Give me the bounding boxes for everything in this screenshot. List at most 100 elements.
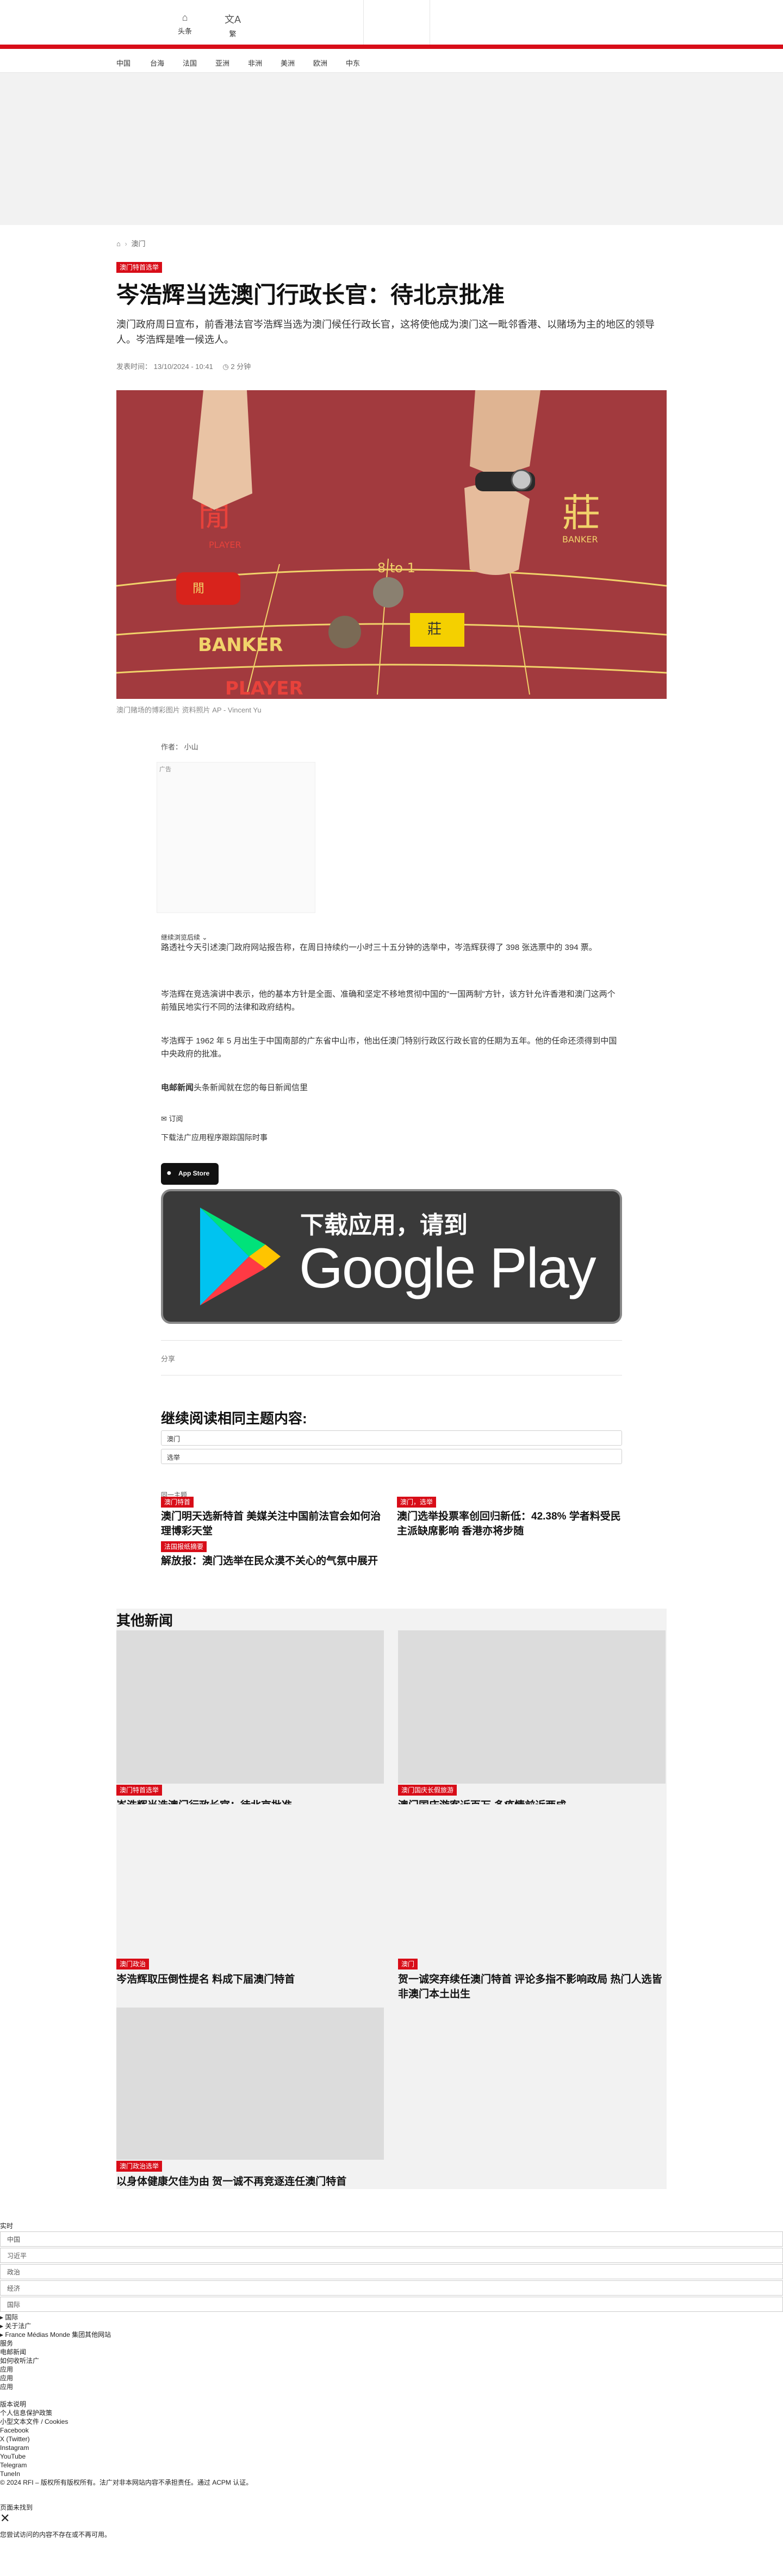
breadcrumb-section[interactable]: 澳门 xyxy=(131,240,145,248)
news-card[interactable]: 澳门政治选举 以身体健康欠佳为由 贺一诚不再竞逐连任澳门特首 xyxy=(116,2008,384,2190)
footer-link[interactable]: ▸ 国际 xyxy=(0,2313,783,2322)
google-play-line2: Google Play xyxy=(299,1237,596,1300)
related-item-tag[interactable]: 法国报纸摘要 xyxy=(161,1541,207,1553)
news-card-tag[interactable]: 澳门特首选举 xyxy=(116,1785,163,1796)
svg-text:BANKER: BANKER xyxy=(562,534,598,545)
footer-link[interactable]: 个人信息保护政策 xyxy=(0,2409,783,2417)
footer-topic-link[interactable]: 经济 xyxy=(0,2280,783,2296)
category-france[interactable]: 法国 xyxy=(183,58,197,68)
footer-social-youtube[interactable]: YouTube xyxy=(0,2452,783,2461)
news-card-title[interactable]: 岑浩辉取压倒性提名 料成下届澳门特首 xyxy=(116,1973,384,1987)
article-paragraph: 路透社今天引述澳门政府网站报告称，在周日持续约一小时三十五分钟的选举中，岑浩辉获… xyxy=(161,943,597,952)
news-card-image[interactable] xyxy=(116,2008,384,2160)
news-card-title[interactable]: 以身体健康欠佳为由 贺一诚不再竞逐连任澳门特首 xyxy=(116,2175,384,2190)
related-item[interactable]: 澳门，选举 澳门选举投票率创回归新低：42.38% 学者料受民主派缺席影响 香港… xyxy=(397,1497,625,1539)
footer-link[interactable]: 如何收听法广 xyxy=(0,2356,783,2365)
footer-link[interactable]: 应用 xyxy=(0,2365,783,2374)
divider xyxy=(161,1340,622,1341)
news-card[interactable]: 澳门国庆长假旅游 澳门国庆游客近百万 多疫情前近两成 xyxy=(398,1630,666,1814)
share-label[interactable]: 分享 xyxy=(161,1353,623,1364)
category-europe[interactable]: 欧洲 xyxy=(313,58,327,68)
author-label: 作者： xyxy=(161,743,183,751)
svg-text:8 to 1: 8 to 1 xyxy=(377,560,415,576)
related-tag-election[interactable]: 选举 xyxy=(161,1449,622,1464)
category-middle-east[interactable]: 中东 xyxy=(346,58,360,68)
related-item[interactable]: 法国报纸摘要 解放报：澳门选举在民众漠不关心的气氛中展开 xyxy=(161,1541,389,1569)
news-card-tag[interactable]: 澳门 xyxy=(398,1959,418,1970)
related-item[interactable]: 澳门特首 澳门明天选新特首 美媒关注中国前法官会如何治理博彩天堂 xyxy=(161,1497,389,1539)
footer-link: 服务 xyxy=(0,2340,14,2347)
news-card-tag[interactable]: 澳门政治 xyxy=(116,1959,150,1970)
footer-topic-link[interactable]: 政治 xyxy=(0,2264,783,2279)
brand-bar xyxy=(0,45,783,49)
footer-link[interactable]: ▸ 关于法广 xyxy=(0,2322,783,2330)
newsletter-text: 头条新闻就在您的每日新闻信里 xyxy=(194,1083,308,1092)
svg-text:莊: 莊 xyxy=(562,491,600,535)
published-date: 13/10/2024 - 10:41 xyxy=(153,362,213,371)
newsletter-label[interactable]: 电邮新闻 xyxy=(161,1083,194,1092)
author-line: 作者： 小山 xyxy=(161,741,623,752)
header-divider xyxy=(363,0,364,45)
news-card-tag[interactable]: 澳门国庆长假旅游 xyxy=(398,1785,457,1796)
category-americas[interactable]: 美洲 xyxy=(281,58,295,68)
subscribe-link[interactable]: ✉ 订阅 xyxy=(161,1113,623,1123)
not-found-title: 页面未找到 xyxy=(0,2504,33,2511)
related-item-tag[interactable]: 澳门特首 xyxy=(161,1497,194,1508)
category-asia[interactable]: 亚洲 xyxy=(215,58,229,68)
translate-icon: 文A xyxy=(224,14,241,25)
news-card[interactable]: 澳门特首选举 岑浩辉当选澳门行政长官：待北京批准 xyxy=(116,1630,384,1814)
footer-social-tunein[interactable]: TuneIn xyxy=(0,2469,783,2478)
footer-link[interactable]: 应用 xyxy=(0,2383,783,2391)
related-item-title[interactable]: 澳门明天选新特首 美媒关注中国前法官会如何治理博彩天堂 xyxy=(161,1510,389,1539)
nav-traditional[interactable]: 文A 繁 xyxy=(216,12,249,39)
news-card-tag[interactable]: 澳门政治选举 xyxy=(116,2161,163,2172)
footer-link[interactable]: 版本说明 xyxy=(0,2400,783,2409)
footer-topic-link[interactable]: 中国 xyxy=(0,2231,783,2247)
category-china[interactable]: 中国 xyxy=(116,58,130,68)
footer-social-telegram[interactable]: Telegram xyxy=(0,2461,783,2469)
article-meta: 发表时间： 13/10/2024 - 10:41 ◷ 2 分钟 xyxy=(116,361,251,371)
google-play-button[interactable]: 下载应用，请到 Google Play xyxy=(161,1189,622,1324)
nav-traditional-label: 繁 xyxy=(229,30,237,38)
news-card-image[interactable] xyxy=(116,1804,384,1958)
article-paragraph: 岑浩辉于 1962 年 5 月出生于中国南部的广东省中山市，他出任澳门特别行政区… xyxy=(161,1036,617,1059)
ad-label: 广告 xyxy=(159,766,171,773)
home-icon[interactable]: ⌂ xyxy=(116,240,121,248)
related-heading: 继续阅读相同主题内容: xyxy=(161,1410,307,1427)
category-africa[interactable]: 非洲 xyxy=(248,58,262,68)
footer-link[interactable]: 应用 xyxy=(0,2374,783,2383)
footer-social-x[interactable]: X (Twitter) xyxy=(0,2435,783,2443)
article-tag[interactable]: 澳门特首选举 xyxy=(116,262,163,273)
news-card-image[interactable] xyxy=(116,1630,384,1784)
news-card[interactable]: 澳门 贺一诚突弃续任澳门特首 评论多指不影响政局 热门人选皆非澳门本土出生 xyxy=(398,1804,666,2002)
footer-social-facebook[interactable]: Facebook xyxy=(0,2426,783,2435)
app-store-button[interactable]: ● App Store xyxy=(161,1163,219,1185)
related-tag-macau[interactable]: 澳门 xyxy=(161,1430,622,1446)
news-card[interactable]: 澳门政治 岑浩辉取压倒性提名 料成下届澳门特首 xyxy=(116,1804,384,1987)
footer-link[interactable]: ▸ France Médias Monde 集团其他网站 xyxy=(0,2330,783,2339)
author-name[interactable]: 小山 xyxy=(184,743,198,751)
news-card-title[interactable]: 贺一诚突弃续任澳门特首 评论多指不影响政局 热门人选皆非澳门本土出生 xyxy=(398,1973,666,2002)
article-lead: 澳门政府周日宣布，前香港法官岑浩辉当选为澳门候任行政长官，这将使他成为澳门这一毗… xyxy=(116,319,655,345)
nav-headlines[interactable]: ⌂ 头条 xyxy=(169,12,201,36)
footer-social-instagram[interactable]: Instagram xyxy=(0,2443,783,2452)
svg-text:莊: 莊 xyxy=(427,621,442,637)
mail-icon: ✉ xyxy=(161,1115,167,1123)
related-item-title[interactable]: 澳门选举投票率创回归新低：42.38% 学者料受民主派缺席影响 香港亦将步随 xyxy=(397,1510,625,1539)
copyright: © 2024 RFI – 版权所有版权所有。法广对非本网站内容不承担责任。通过 … xyxy=(0,2479,253,2486)
footer-link[interactable]: 小型文本文件 / Cookies xyxy=(0,2417,783,2426)
news-card-image[interactable] xyxy=(398,1804,666,1958)
other-news-heading: 其他新闻 xyxy=(116,1612,173,1629)
news-card-image[interactable] xyxy=(398,1630,666,1784)
footer-topic-link[interactable]: 习近平 xyxy=(0,2248,783,2263)
footer-link[interactable]: 电邮新闻 xyxy=(0,2348,783,2356)
footer-topic-link[interactable]: 国际 xyxy=(0,2297,783,2312)
close-icon[interactable]: ✕ xyxy=(0,2512,783,2525)
related-item-tag[interactable]: 澳门，选举 xyxy=(397,1497,437,1508)
category-taiwan-strait[interactable]: 台海 xyxy=(150,58,164,68)
related-item-title[interactable]: 解放报：澳门选举在民众漠不关心的气氛中展开 xyxy=(161,1554,389,1569)
app-store-label: App Store xyxy=(178,1170,210,1177)
svg-text:PLAYER: PLAYER xyxy=(225,678,303,699)
baccarat-table-illustration: 閒 莊 BANKER PLAYER 8 to 1 BANKER PLAYER 閒… xyxy=(116,390,667,699)
continue-reading-toggle[interactable]: 继续浏览后续 ⌄ xyxy=(161,933,623,942)
